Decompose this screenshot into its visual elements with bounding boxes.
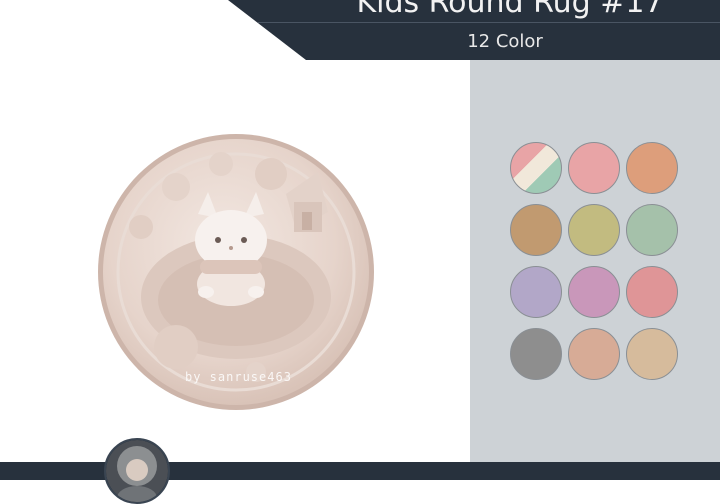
- swatch-peach: [626, 142, 678, 194]
- swatch-multicolor: [510, 142, 562, 194]
- swatch-grid: [510, 142, 682, 380]
- swatch-gray: [510, 328, 562, 380]
- swatch-sage: [626, 204, 678, 256]
- swatch-pink: [568, 142, 620, 194]
- swatch-lavender: [510, 266, 562, 318]
- swatch-mauve: [568, 266, 620, 318]
- swatch-tan: [510, 204, 562, 256]
- title-divider: [258, 22, 720, 23]
- swatch-rose: [626, 266, 678, 318]
- swatch-beige-pink: [568, 328, 620, 380]
- color-count-subtitle: 12 Color: [467, 31, 543, 52]
- avatar-image: [106, 440, 168, 502]
- product-title: Kids Round Rug #17: [356, 0, 664, 20]
- creator-avatar: [104, 438, 170, 504]
- swatch-olive: [568, 204, 620, 256]
- swatch-sand: [626, 328, 678, 380]
- rug-signature: by sanruse463: [185, 370, 292, 384]
